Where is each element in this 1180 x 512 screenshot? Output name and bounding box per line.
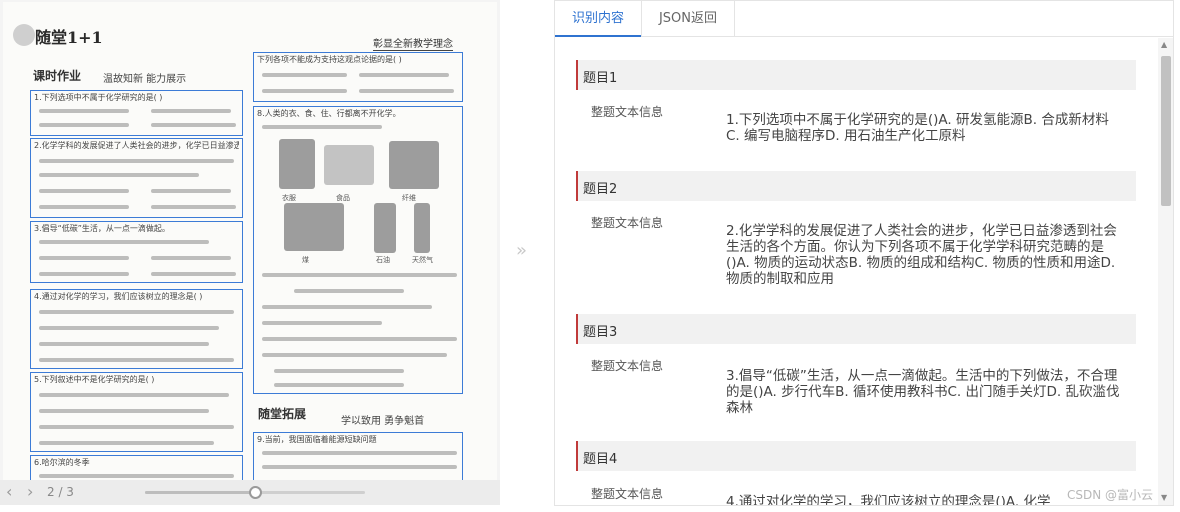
question-region-8[interactable]: 8.人类的衣、食、住、行都离不开化学。 衣服 食品 纤维 煤 石油 天然气	[253, 106, 463, 394]
question-region-7[interactable]: 下列各项不能成为支持这观点论据的是( )	[253, 52, 463, 102]
viewer-toolbar: ‹ › 2 / 3	[0, 480, 500, 505]
pic-label-5: 石油	[376, 256, 390, 264]
question-heading-1: 题目1	[576, 60, 1136, 90]
scan-question-2: 2.化学学科的发展促进了人类社会的进步，化学已日益渗透到社会生活的各个方面。	[34, 141, 239, 150]
scan-question-4: 4.通过对化学的学习，我们应该树立的理念是( )	[34, 292, 203, 301]
question-region-5[interactable]: 5.下列叙述中不是化学研究的是( )	[30, 372, 243, 452]
question-region-3[interactable]: 3.倡导“低碳”生活，从一点一滴做起。	[30, 221, 243, 283]
question-region-4[interactable]: 4.通过对化学的学习，我们应该树立的理念是( )	[30, 289, 243, 369]
page-slider-fill	[145, 491, 255, 494]
double-chevron-right-icon: »	[516, 240, 528, 261]
scan-question-7: 下列各项不能成为支持这观点论据的是( )	[257, 55, 402, 64]
question-region-9[interactable]: 9.当前，我国面临着能源短缺问题	[253, 432, 463, 480]
scan-question-1: 1.下列选项中不属于化学研究的是( )	[34, 93, 163, 102]
question-region-2[interactable]: 2.化学学科的发展促进了人类社会的进步，化学已日益渗透到社会生活的各个方面。	[30, 138, 243, 218]
question-heading-1-text: 题目1	[583, 71, 618, 86]
vertical-scrollbar[interactable]: ▲ ▼	[1158, 38, 1173, 505]
question-heading-4: 题目4	[576, 441, 1136, 471]
doc-slogan: 彰显全新教学理念	[373, 35, 453, 51]
chevron-right-icon[interactable]: ›	[27, 484, 33, 500]
section-subheading-1: 温故知新 能力展示	[103, 74, 187, 85]
pic-label-6: 天然气	[412, 256, 433, 264]
scroll-down-arrow-icon[interactable]: ▼	[1161, 493, 1167, 502]
app-root: 随堂1+1 彰显全新教学理念 课时作业 温故知新 能力展示 1.下列选项中不属于…	[0, 0, 1180, 512]
question-region-1[interactable]: 1.下列选项中不属于化学研究的是( )	[30, 90, 243, 136]
doc-title: 随堂1+1	[35, 28, 103, 47]
question-heading-2-text: 题目2	[583, 182, 618, 197]
question-region-6[interactable]: 6.哈尔滨的冬季	[30, 455, 243, 480]
tab-recognized-content[interactable]: 识别内容	[555, 1, 641, 37]
pic-label-2: 食品	[336, 194, 350, 202]
result-scroll-area[interactable]: 题目1 整题文本信息 1.下列选项中不属于化学研究的是()A. 研发氢能源B. …	[555, 38, 1173, 506]
pic-label-4: 煤	[302, 256, 309, 264]
question-1-label: 整题文本信息	[591, 105, 664, 119]
question-heading-3-text: 题目3	[583, 325, 618, 340]
section-heading-2: 随堂拓展	[258, 407, 307, 421]
scan-question-5: 5.下列叙述中不是化学研究的是( )	[34, 375, 155, 384]
question-heading-3: 题目3	[576, 314, 1136, 344]
pic-label-3: 纤维	[402, 194, 416, 202]
page-indicator: 2 / 3	[47, 485, 74, 499]
question-3-text: 3.倡导“低碳”生活，从一点一滴做起。生活中的下列做法，不合理的是()A. 步行…	[726, 368, 1120, 416]
question-2-label: 整题文本信息	[591, 216, 664, 230]
scan-question-6: 6.哈尔滨的冬季	[34, 458, 90, 467]
question-heading-4-text: 题目4	[583, 452, 618, 467]
pic-label-1: 衣服	[282, 194, 296, 202]
question-heading-2: 题目2	[576, 171, 1136, 201]
question-4-text: 4.通过对化学的学习，我们应该树立的理念是()A. 化学	[726, 494, 1051, 506]
question-4-label: 整题文本信息	[591, 487, 664, 501]
question-1-text: 1.下列选项中不属于化学研究的是()A. 研发氢能源B. 合成新材料C. 编写电…	[726, 112, 1109, 144]
question-3-label: 整题文本信息	[591, 359, 664, 373]
section-subheading-2: 学以致用 勇争魁首	[341, 416, 425, 427]
scan-question-3: 3.倡导“低碳”生活，从一点一滴做起。	[34, 224, 170, 233]
question-2-text: 2.化学学科的发展促进了人类社会的进步，化学已日益渗透到社会生活的各个方面。你认…	[726, 223, 1117, 287]
result-panel: 识别内容 JSON返回 题目1 整题文本信息 1.下列选项中不属于化学研究的是(…	[554, 0, 1174, 506]
tab-json-return[interactable]: JSON返回	[641, 1, 735, 37]
textbook-logo-icon	[13, 24, 35, 46]
scanned-page-image: 随堂1+1 彰显全新教学理念 课时作业 温故知新 能力展示 1.下列选项中不属于…	[3, 2, 497, 480]
chevron-left-icon[interactable]: ‹	[6, 484, 12, 500]
watermark-text: CSDN @富小云	[1066, 488, 1153, 502]
scan-question-9: 9.当前，我国面临着能源短缺问题	[257, 435, 377, 444]
page-slider[interactable]	[145, 486, 365, 499]
scrollbar-thumb[interactable]	[1161, 56, 1171, 206]
page-slider-handle[interactable]	[248, 486, 262, 499]
result-tabs: 识别内容 JSON返回	[555, 1, 1173, 37]
document-viewer[interactable]: 随堂1+1 彰显全新教学理念 课时作业 温故知新 能力展示 1.下列选项中不属于…	[0, 0, 500, 505]
scroll-up-arrow-icon[interactable]: ▲	[1161, 40, 1167, 49]
section-heading-1: 课时作业	[33, 69, 82, 83]
scan-question-8: 8.人类的衣、食、住、行都离不开化学。	[257, 109, 401, 118]
